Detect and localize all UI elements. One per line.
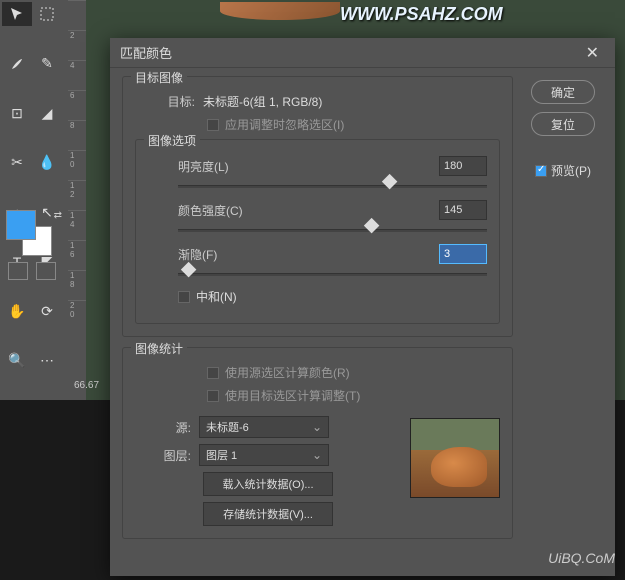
target-value: 未标题-6(组 1, RGB/8) [203,93,322,110]
dialog-title: 匹配颜色 [120,43,580,62]
dialog-titlebar[interactable]: 匹配颜色 ✕ [110,38,615,68]
standard-mode-icon[interactable] [8,262,28,280]
crop-tool[interactable]: ✂ [2,151,32,175]
swap-colors-icon[interactable]: ⇄ [54,210,62,221]
screen-mode-icons [8,262,56,280]
source-thumbnail [410,418,500,498]
ignore-selection-label: 应用调整时忽略选区(I) [225,116,344,133]
vertical-ruler: 2468101214161820 [68,0,86,400]
fade-label: 渐隐(F) [178,246,217,263]
use-target-sel-checkbox [207,390,219,402]
more-tools[interactable]: ⋯ [32,349,62,373]
rotate-tool[interactable]: ⟳ [32,299,62,323]
canvas-image-hint [220,2,340,20]
target-label: 目标: [135,93,195,110]
toolbox-panel: ✎ ⊡ ◢ ✂ 💧 ✒ ↖ T ◤ ✋ ⟳ 🔍 ⋯ [0,0,68,400]
use-target-sel-label: 使用目标选区计算调整(T) [225,387,360,404]
luminance-input[interactable] [439,156,487,176]
fade-slider[interactable] [178,268,487,282]
watermark-top: WWW.PSAHZ.COM [340,4,503,25]
watermark-bottom: UiBQ.CoM [548,550,615,566]
fade-input[interactable] [439,244,487,264]
preview-checkbox[interactable] [535,165,547,177]
reset-button[interactable]: 复位 [531,112,595,136]
blur-tool[interactable]: 💧 [32,151,62,175]
source-label: 源: [135,419,191,436]
zoom-percent: 66.67 [74,380,99,391]
preview-label: 预览(P) [551,162,591,179]
image-options-group: 图像选项 明亮度(L) 颜色强度(C) [135,139,500,324]
zoom-tool[interactable]: 🔍 [2,349,32,373]
image-stats-group: 图像统计 使用源选区计算颜色(R) 使用目标选区计算调整(T) 源: 未标题-6 [122,347,513,539]
ignore-selection-checkbox [207,119,219,131]
move-tool[interactable] [2,2,32,26]
ok-button[interactable]: 确定 [531,80,595,104]
layer-select[interactable]: 图层 1 [199,444,329,466]
intensity-label: 颜色强度(C) [178,202,243,219]
fullscreen-mode-icon[interactable] [36,262,56,280]
use-source-sel-checkbox [207,367,219,379]
source-select[interactable]: 未标题-6 [199,416,329,438]
thumbnail-fox-icon [431,447,487,487]
target-image-group: 目标图像 目标: 未标题-6(组 1, RGB/8) 应用调整时忽略选区(I) … [122,76,513,337]
hand-tool[interactable]: ✋ [2,299,32,323]
color-chips: ⇄ [6,210,62,258]
luminance-label: 明亮度(L) [178,158,229,175]
close-icon[interactable]: ✕ [580,43,605,63]
stats-group-title: 图像统计 [131,340,187,357]
target-group-title: 目标图像 [131,69,187,86]
pencil-tool[interactable]: ✎ [32,52,62,76]
save-stats-button[interactable]: 存储统计数据(V)... [203,502,333,526]
intensity-input[interactable] [439,200,487,220]
layer-label: 图层: [135,447,191,464]
clone-tool[interactable]: ⊡ [2,101,32,125]
brush-tool[interactable] [2,52,32,76]
load-stats-button[interactable]: 载入统计数据(O)... [203,472,333,496]
luminance-slider[interactable] [178,180,487,194]
intensity-slider[interactable] [178,224,487,238]
options-group-title: 图像选项 [144,132,200,149]
match-color-dialog: 匹配颜色 ✕ 目标图像 目标: 未标题-6(组 1, RGB/8) 应用调整时忽… [110,38,615,576]
use-source-sel-label: 使用源选区计算颜色(R) [225,364,350,381]
neutralize-checkbox[interactable] [178,291,190,303]
fg-color-chip[interactable] [6,210,36,240]
marquee-tool[interactable] [32,2,62,26]
eyedropper-tool[interactable]: ◢ [32,101,62,125]
neutralize-label: 中和(N) [196,288,237,305]
